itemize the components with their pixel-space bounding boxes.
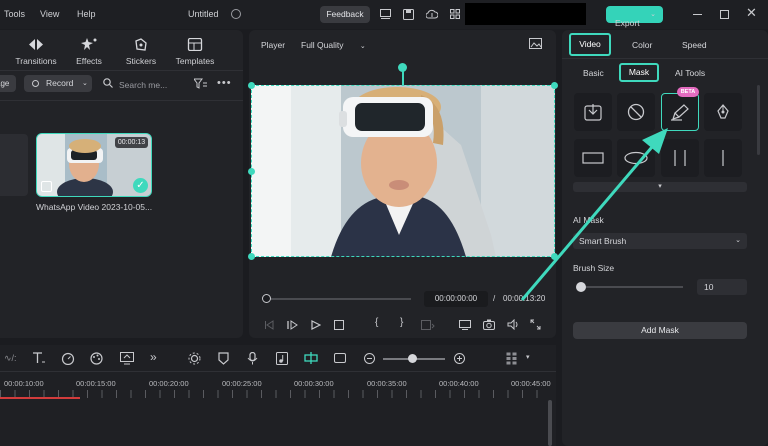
tutorial-arrow-head (642, 128, 668, 154)
tutorial-arrow-overlay (520, 128, 668, 301)
tutorial-arrow-line (520, 146, 654, 301)
